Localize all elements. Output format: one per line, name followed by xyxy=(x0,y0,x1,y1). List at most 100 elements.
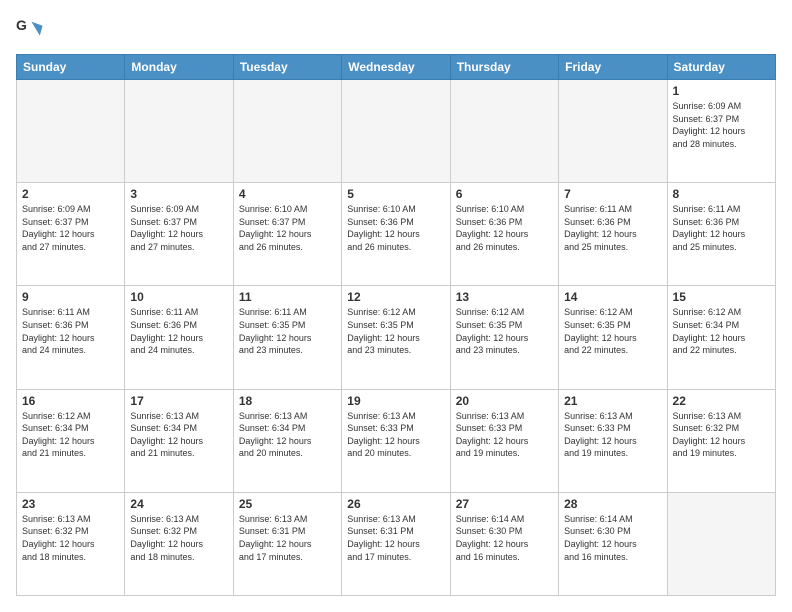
day-info: Sunrise: 6:09 AM Sunset: 6:37 PM Dayligh… xyxy=(130,203,227,253)
day-number: 23 xyxy=(22,497,119,511)
calendar-cell xyxy=(125,80,233,183)
calendar-cell: 24 Sunrise: 6:13 AM Sunset: 6:32 PM Dayli… xyxy=(125,492,233,595)
weekday-header-friday: Friday xyxy=(559,55,667,80)
weekday-header-wednesday: Wednesday xyxy=(342,55,450,80)
day-number: 18 xyxy=(239,394,336,408)
week-row-1: 1 Sunrise: 6:09 AM Sunset: 6:37 PM Daylig… xyxy=(17,80,776,183)
day-number: 1 xyxy=(673,84,770,98)
calendar-cell: 6 Sunrise: 6:10 AM Sunset: 6:36 PM Daylig… xyxy=(450,183,558,286)
calendar-cell: 21 Sunrise: 6:13 AM Sunset: 6:33 PM Dayli… xyxy=(559,389,667,492)
calendar-cell: 13 Sunrise: 6:12 AM Sunset: 6:35 PM Dayli… xyxy=(450,286,558,389)
day-info: Sunrise: 6:13 AM Sunset: 6:33 PM Dayligh… xyxy=(564,410,661,460)
page: G SundayMondayTuesdayWednesdayThursdayFr… xyxy=(0,0,792,612)
calendar-cell: 25Sunrise: 6:13 AM Sunset: 6:31 PM Dayli… xyxy=(233,492,341,595)
calendar-cell: 2 Sunrise: 6:09 AM Sunset: 6:37 PM Daylig… xyxy=(17,183,125,286)
day-info: Sunrise: 6:10 AM Sunset: 6:36 PM Dayligh… xyxy=(456,203,553,253)
calendar-cell xyxy=(450,80,558,183)
day-number: 3 xyxy=(130,187,227,201)
calendar-cell: 26 Sunrise: 6:13 AM Sunset: 6:31 PM Dayli… xyxy=(342,492,450,595)
day-number: 8 xyxy=(673,187,770,201)
day-info: Sunrise: 6:11 AM Sunset: 6:35 PM Dayligh… xyxy=(239,306,336,356)
day-info: Sunrise: 6:13 AM Sunset: 6:33 PM Dayligh… xyxy=(456,410,553,460)
weekday-header-saturday: Saturday xyxy=(667,55,775,80)
day-info: Sunrise: 6:13 AM Sunset: 6:33 PM Dayligh… xyxy=(347,410,444,460)
day-info: Sunrise: 6:12 AM Sunset: 6:34 PM Dayligh… xyxy=(673,306,770,356)
calendar-cell: 20Sunrise: 6:13 AM Sunset: 6:33 PM Dayli… xyxy=(450,389,558,492)
weekday-header-thursday: Thursday xyxy=(450,55,558,80)
day-number: 13 xyxy=(456,290,553,304)
day-number: 2 xyxy=(22,187,119,201)
day-number: 10 xyxy=(130,290,227,304)
day-info: Sunrise: 6:12 AM Sunset: 6:34 PM Dayligh… xyxy=(22,410,119,460)
day-number: 6 xyxy=(456,187,553,201)
day-info: Sunrise: 6:10 AM Sunset: 6:36 PM Dayligh… xyxy=(347,203,444,253)
weekday-header-tuesday: Tuesday xyxy=(233,55,341,80)
weekday-header-sunday: Sunday xyxy=(17,55,125,80)
calendar-cell: 23 Sunrise: 6:13 AM Sunset: 6:32 PM Dayli… xyxy=(17,492,125,595)
calendar-cell: 16 Sunrise: 6:12 AM Sunset: 6:34 PM Dayli… xyxy=(17,389,125,492)
calendar-cell: 15 Sunrise: 6:12 AM Sunset: 6:34 PM Dayli… xyxy=(667,286,775,389)
day-info: Sunrise: 6:14 AM Sunset: 6:30 PM Dayligh… xyxy=(456,513,553,563)
day-number: 14 xyxy=(564,290,661,304)
logo-icon: G xyxy=(16,16,44,44)
day-number: 26 xyxy=(347,497,444,511)
day-info: Sunrise: 6:09 AM Sunset: 6:37 PM Dayligh… xyxy=(22,203,119,253)
day-info: Sunrise: 6:12 AM Sunset: 6:35 PM Dayligh… xyxy=(347,306,444,356)
day-info: Sunrise: 6:12 AM Sunset: 6:35 PM Dayligh… xyxy=(456,306,553,356)
day-number: 22 xyxy=(673,394,770,408)
calendar-cell: 8 Sunrise: 6:11 AM Sunset: 6:36 PM Daylig… xyxy=(667,183,775,286)
day-info: Sunrise: 6:13 AM Sunset: 6:34 PM Dayligh… xyxy=(239,410,336,460)
day-info: Sunrise: 6:13 AM Sunset: 6:32 PM Dayligh… xyxy=(673,410,770,460)
calendar-cell: 5 Sunrise: 6:10 AM Sunset: 6:36 PM Daylig… xyxy=(342,183,450,286)
calendar-cell xyxy=(559,80,667,183)
day-number: 7 xyxy=(564,187,661,201)
day-number: 9 xyxy=(22,290,119,304)
day-number: 27 xyxy=(456,497,553,511)
calendar-cell: 9 Sunrise: 6:11 AM Sunset: 6:36 PM Daylig… xyxy=(17,286,125,389)
day-info: Sunrise: 6:14 AM Sunset: 6:30 PM Dayligh… xyxy=(564,513,661,563)
day-number: 24 xyxy=(130,497,227,511)
calendar-cell: 14 Sunrise: 6:12 AM Sunset: 6:35 PM Dayli… xyxy=(559,286,667,389)
calendar-cell xyxy=(233,80,341,183)
day-number: 16 xyxy=(22,394,119,408)
calendar-cell: 22 Sunrise: 6:13 AM Sunset: 6:32 PM Dayli… xyxy=(667,389,775,492)
day-number: 21 xyxy=(564,394,661,408)
day-info: Sunrise: 6:11 AM Sunset: 6:36 PM Dayligh… xyxy=(22,306,119,356)
day-info: Sunrise: 6:11 AM Sunset: 6:36 PM Dayligh… xyxy=(673,203,770,253)
calendar-cell: 4Sunrise: 6:10 AM Sunset: 6:37 PM Daylig… xyxy=(233,183,341,286)
day-number: 11 xyxy=(239,290,336,304)
calendar-cell: 10Sunrise: 6:11 AM Sunset: 6:36 PM Dayli… xyxy=(125,286,233,389)
day-info: Sunrise: 6:09 AM Sunset: 6:37 PM Dayligh… xyxy=(673,100,770,150)
weekday-header-row: SundayMondayTuesdayWednesdayThursdayFrid… xyxy=(17,55,776,80)
logo: G xyxy=(16,16,48,44)
calendar-cell xyxy=(342,80,450,183)
day-info: Sunrise: 6:13 AM Sunset: 6:32 PM Dayligh… xyxy=(22,513,119,563)
calendar-cell: 19 Sunrise: 6:13 AM Sunset: 6:33 PM Dayli… xyxy=(342,389,450,492)
day-number: 15 xyxy=(673,290,770,304)
calendar-cell: 18 Sunrise: 6:13 AM Sunset: 6:34 PM Dayli… xyxy=(233,389,341,492)
calendar-cell: 7Sunrise: 6:11 AM Sunset: 6:36 PM Daylig… xyxy=(559,183,667,286)
day-number: 5 xyxy=(347,187,444,201)
calendar-cell: 1 Sunrise: 6:09 AM Sunset: 6:37 PM Daylig… xyxy=(667,80,775,183)
calendar-cell: 28 Sunrise: 6:14 AM Sunset: 6:30 PM Dayli… xyxy=(559,492,667,595)
week-row-2: 2 Sunrise: 6:09 AM Sunset: 6:37 PM Daylig… xyxy=(17,183,776,286)
day-info: Sunrise: 6:10 AM Sunset: 6:37 PM Dayligh… xyxy=(239,203,336,253)
day-number: 28 xyxy=(564,497,661,511)
day-info: Sunrise: 6:13 AM Sunset: 6:31 PM Dayligh… xyxy=(347,513,444,563)
day-info: Sunrise: 6:12 AM Sunset: 6:35 PM Dayligh… xyxy=(564,306,661,356)
day-number: 19 xyxy=(347,394,444,408)
week-row-5: 23 Sunrise: 6:13 AM Sunset: 6:32 PM Dayli… xyxy=(17,492,776,595)
calendar-cell: 11 Sunrise: 6:11 AM Sunset: 6:35 PM Dayli… xyxy=(233,286,341,389)
day-number: 12 xyxy=(347,290,444,304)
calendar-table: SundayMondayTuesdayWednesdayThursdayFrid… xyxy=(16,54,776,596)
day-number: 17 xyxy=(130,394,227,408)
calendar-cell: 17Sunrise: 6:13 AM Sunset: 6:34 PM Dayli… xyxy=(125,389,233,492)
calendar-cell xyxy=(667,492,775,595)
calendar-cell: 27 Sunrise: 6:14 AM Sunset: 6:30 PM Dayli… xyxy=(450,492,558,595)
header: G xyxy=(16,16,776,44)
calendar-cell xyxy=(17,80,125,183)
week-row-4: 16 Sunrise: 6:12 AM Sunset: 6:34 PM Dayli… xyxy=(17,389,776,492)
calendar-cell: 12 Sunrise: 6:12 AM Sunset: 6:35 PM Dayli… xyxy=(342,286,450,389)
day-info: Sunrise: 6:13 AM Sunset: 6:31 PM Dayligh… xyxy=(239,513,336,563)
day-info: Sunrise: 6:13 AM Sunset: 6:32 PM Dayligh… xyxy=(130,513,227,563)
